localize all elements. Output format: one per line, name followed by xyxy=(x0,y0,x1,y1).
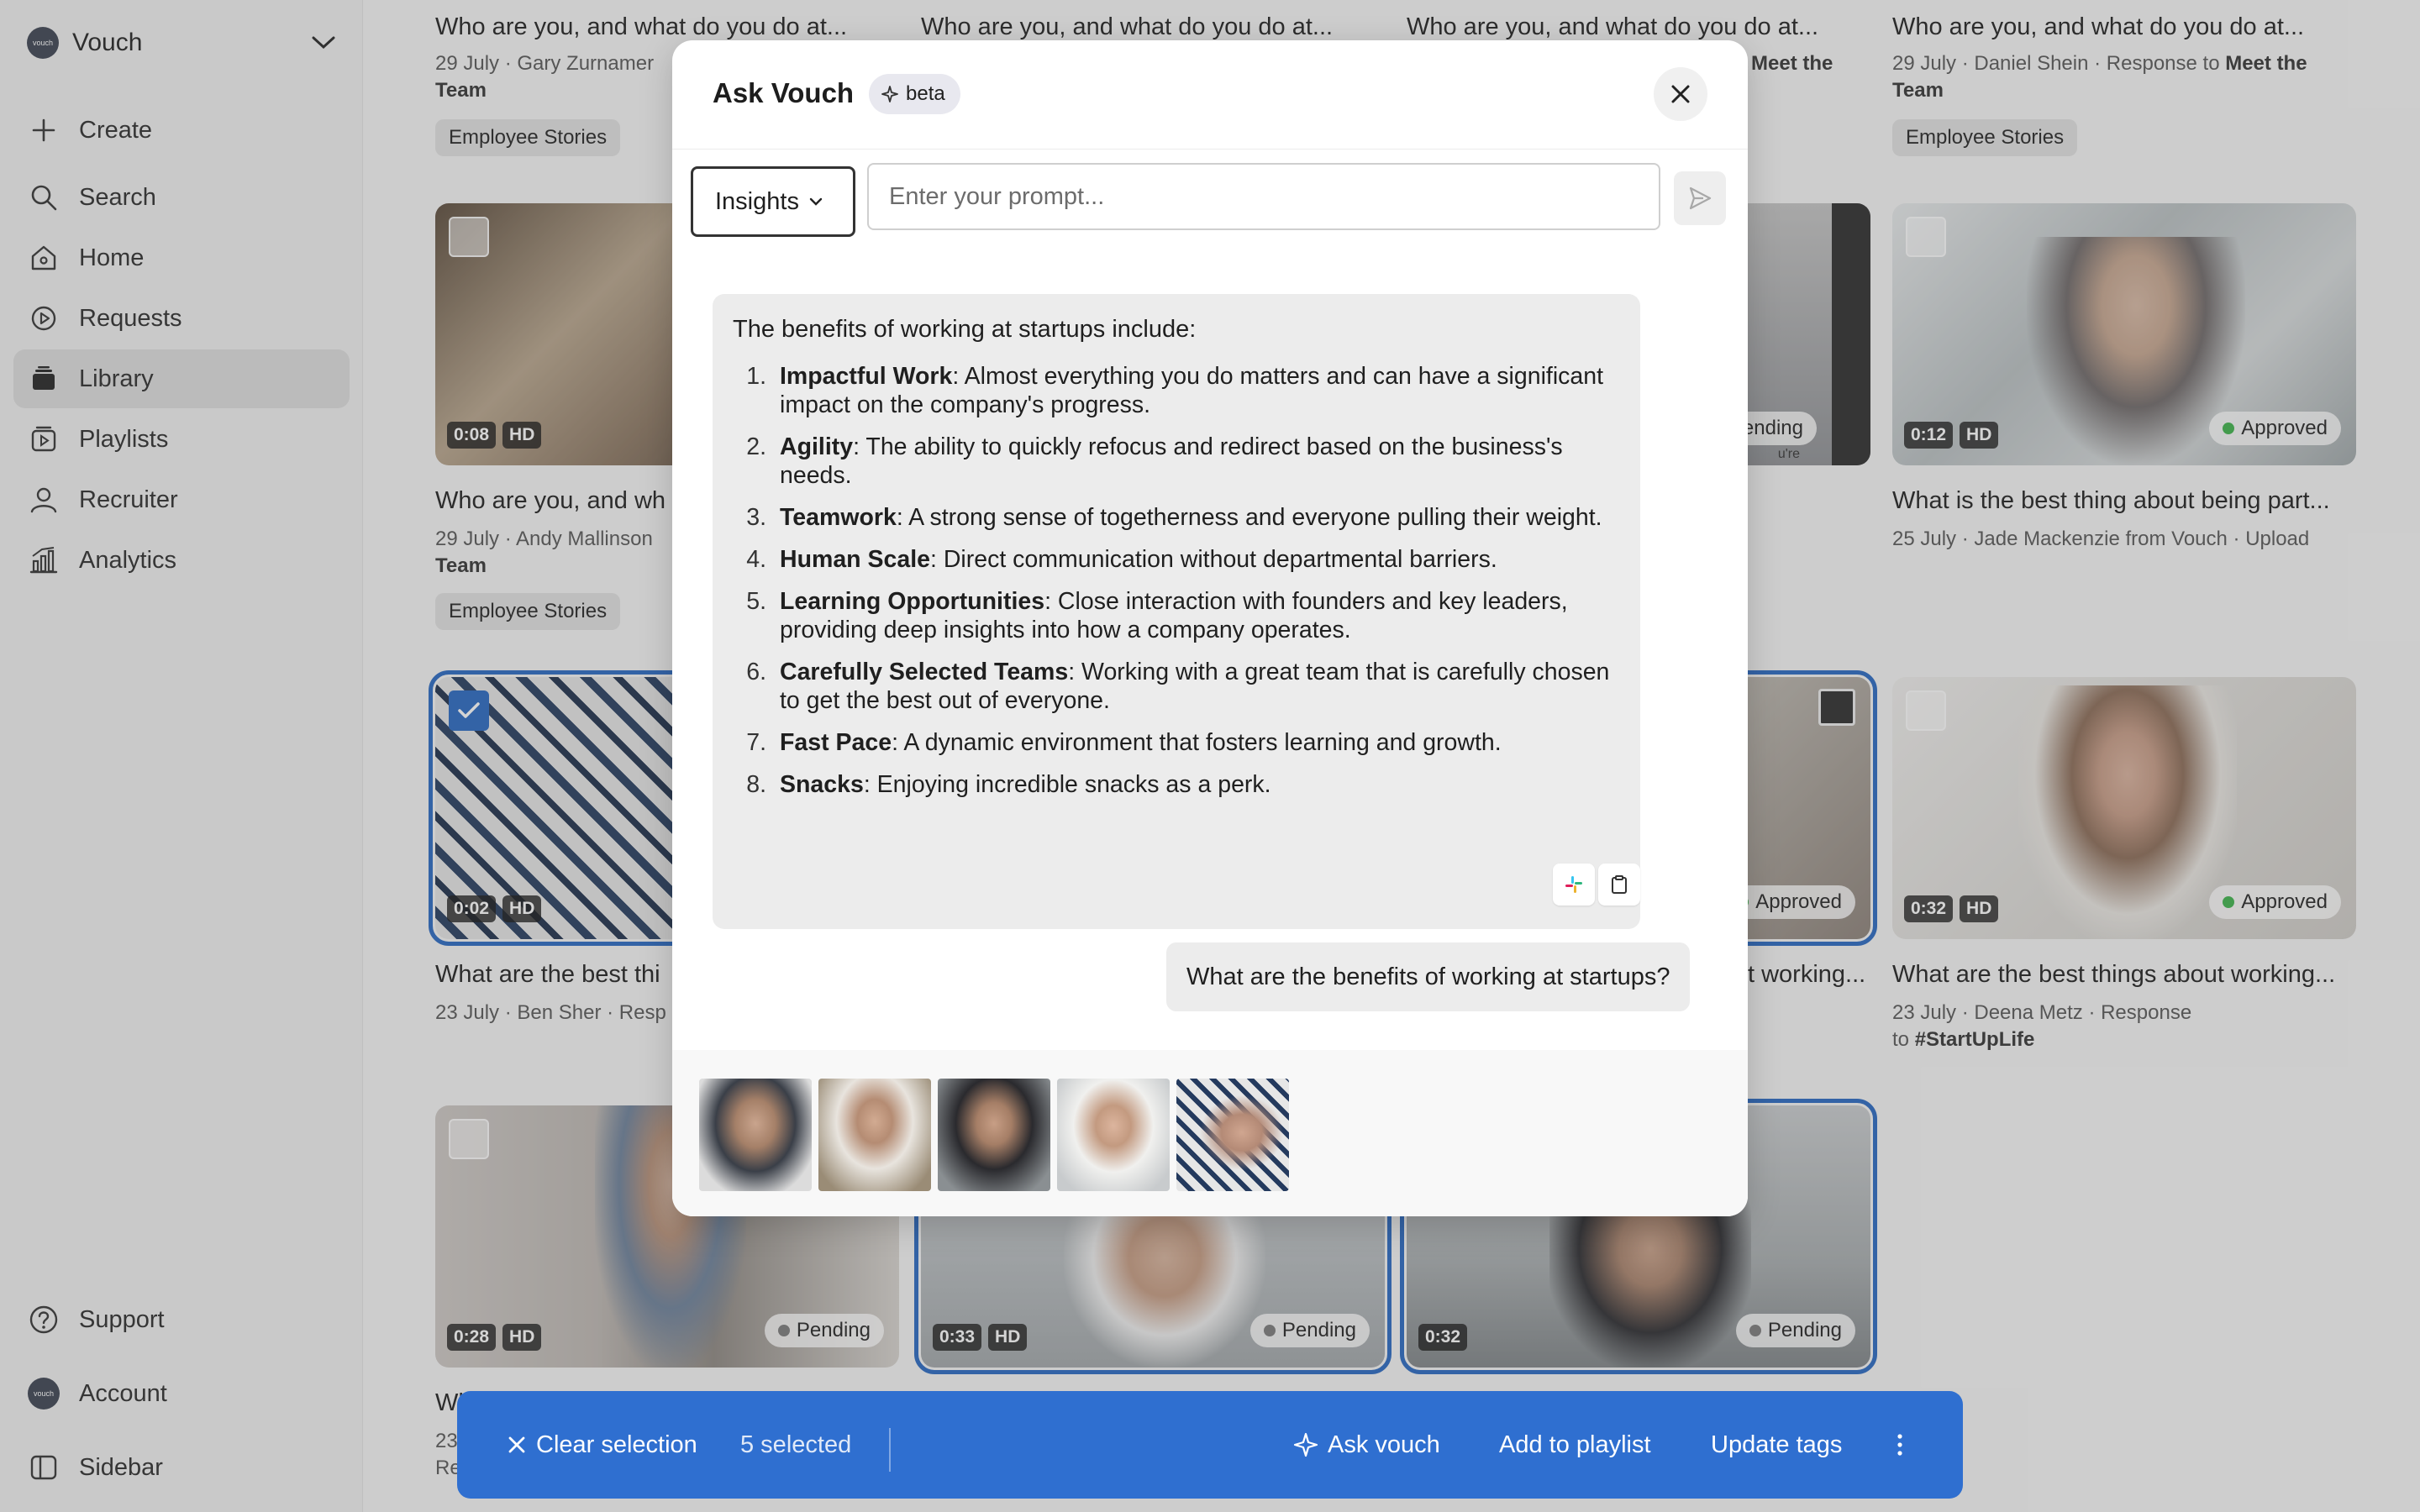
share-slack-button[interactable] xyxy=(1553,864,1595,906)
clear-selection-button[interactable]: Clear selection xyxy=(506,1431,697,1459)
item-heading: Carefully Selected Teams xyxy=(780,659,1069,685)
close-icon xyxy=(508,1436,525,1453)
close-icon xyxy=(1671,85,1690,103)
answer-item: 4. Human Scale: Direct communication with… xyxy=(733,545,1620,574)
ask-vouch-button[interactable]: Ask vouch xyxy=(1292,1431,1440,1459)
mode-label: Insights xyxy=(715,187,799,215)
slack-icon xyxy=(1565,876,1582,893)
ai-answer-message: The benefits of working at startups incl… xyxy=(713,294,1640,929)
item-text: : Enjoying incredible snacks as a perk. xyxy=(863,771,1271,798)
item-heading: Human Scale xyxy=(780,546,930,573)
item-number: 4. xyxy=(746,546,766,573)
send-button[interactable] xyxy=(1674,171,1726,225)
selected-video-thumb[interactable] xyxy=(818,1079,931,1191)
item-number: 7. xyxy=(746,729,766,756)
clear-selection-label: Clear selection xyxy=(536,1431,697,1458)
item-number: 8. xyxy=(746,771,766,798)
ask-vouch-modal: Ask Vouch beta Insights The benefits of … xyxy=(672,40,1748,1216)
answer-item: 1. Impactful Work: Almost everything you … xyxy=(733,362,1620,419)
chevron-down-icon xyxy=(809,197,823,206)
bulk-action-bar: Clear selection 5 selected Ask vouch Add… xyxy=(457,1391,1963,1499)
item-heading: Learning Opportunities xyxy=(780,588,1045,615)
sparkle-icon xyxy=(1293,1432,1318,1457)
copy-button[interactable] xyxy=(1598,864,1640,906)
more-actions-button[interactable] xyxy=(1896,1432,1904,1457)
answer-item: 3. Teamwork: A strong sense of togetherne… xyxy=(733,503,1620,532)
modal-header: Ask Vouch beta xyxy=(672,40,1748,150)
item-heading: Snacks xyxy=(780,771,864,798)
add-to-playlist-label: Add to playlist xyxy=(1499,1431,1651,1458)
answer-item: 8. Snacks: Enjoying incredible snacks as … xyxy=(733,770,1620,799)
more-vertical-icon xyxy=(1897,1434,1902,1456)
selected-video-thumb[interactable] xyxy=(699,1079,812,1191)
answer-item: 2. Agility: The ability to quickly refocu… xyxy=(733,433,1620,490)
item-number: 3. xyxy=(746,504,766,531)
add-to-playlist-button[interactable]: Add to playlist xyxy=(1499,1431,1651,1459)
item-heading: Teamwork xyxy=(780,504,897,531)
sparkle-icon xyxy=(881,86,898,102)
update-tags-button[interactable]: Update tags xyxy=(1711,1431,1842,1459)
answer-item: 6. Carefully Selected Teams: Working with… xyxy=(733,658,1620,715)
answer-list: 1. Impactful Work: Almost everything you … xyxy=(733,362,1620,799)
selected-video-thumb[interactable] xyxy=(1057,1079,1170,1191)
answer-item: 7. Fast Pace: A dynamic environment that … xyxy=(733,728,1620,757)
beta-label: beta xyxy=(906,82,945,105)
divider xyxy=(889,1428,891,1472)
item-number: 6. xyxy=(746,659,766,685)
user-question-message: What are the benefits of working at star… xyxy=(1166,942,1691,1011)
clipboard-icon xyxy=(1612,875,1627,894)
item-text: : A dynamic environment that fosters lea… xyxy=(892,729,1502,756)
item-text: : The ability to quickly refocus and red… xyxy=(780,433,1563,489)
item-heading: Agility xyxy=(780,433,854,460)
item-number: 2. xyxy=(746,433,766,460)
beta-badge: beta xyxy=(869,74,960,114)
mode-select[interactable]: Insights xyxy=(691,166,855,237)
item-number: 1. xyxy=(746,363,766,390)
answer-item: 5. Learning Opportunities: Close interact… xyxy=(733,587,1620,644)
update-tags-label: Update tags xyxy=(1711,1431,1843,1458)
item-heading: Fast Pace xyxy=(780,729,892,756)
item-text: : A strong sense of togetherness and eve… xyxy=(896,504,1602,531)
ask-vouch-label: Ask vouch xyxy=(1328,1431,1440,1458)
send-icon xyxy=(1689,186,1712,210)
selected-video-thumb[interactable] xyxy=(1176,1079,1289,1191)
prompt-input[interactable] xyxy=(867,163,1660,230)
item-number: 5. xyxy=(746,588,766,615)
answer-intro: The benefits of working at startups incl… xyxy=(733,316,1197,343)
selected-video-thumb[interactable] xyxy=(938,1079,1050,1191)
close-button[interactable] xyxy=(1654,67,1707,121)
item-heading: Impactful Work xyxy=(780,363,953,390)
modal-title: Ask Vouch xyxy=(713,77,855,108)
item-text: : Direct communication without departmen… xyxy=(930,546,1497,573)
selected-count: 5 selected xyxy=(740,1431,852,1458)
